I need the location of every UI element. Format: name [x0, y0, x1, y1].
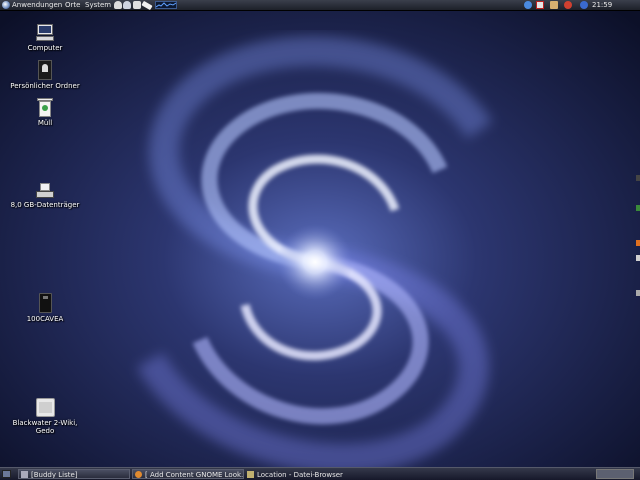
edge-widget-2[interactable] [636, 205, 640, 211]
network-icon[interactable] [524, 1, 532, 9]
task-label: [Buddy Liste] [31, 471, 78, 479]
desktop-icon-drive-8gb[interactable]: 8,0 GB-Datenträger [5, 183, 85, 209]
bottom-panel: [Buddy Liste] [ Add Content GNOME Look..… [0, 467, 640, 480]
folder-icon [247, 471, 254, 478]
edge-widget-3[interactable] [636, 240, 640, 246]
taskbar-button-buddy-list[interactable]: [Buddy Liste] [18, 469, 130, 479]
show-desktop-icon[interactable] [2, 470, 11, 478]
firefox-icon [135, 471, 142, 478]
mail-icon[interactable] [536, 1, 544, 9]
home-folder-icon [38, 60, 52, 80]
launcher-icon-3[interactable] [133, 1, 141, 9]
system-monitor[interactable] [155, 1, 177, 9]
taskbar-button-firefox[interactable]: [ Add Content GNOME Look... [132, 469, 244, 479]
trash-applet[interactable] [596, 469, 634, 479]
gnome-foot-icon[interactable] [2, 1, 10, 9]
computer-icon [36, 24, 54, 42]
pidgin-icon [21, 471, 28, 478]
desktop-icon-computer[interactable]: Computer [5, 24, 85, 52]
desktop-icon-label: Computer [27, 44, 63, 52]
top-panel: Anwendungen Orte System 21:59 [0, 0, 640, 11]
power-icon[interactable] [564, 1, 572, 9]
removable-drive-icon [36, 183, 54, 199]
task-label: [ Add Content GNOME Look... [145, 471, 244, 479]
desktop-icon-label: Persönlicher Ordner [10, 82, 80, 90]
launcher-icon-4[interactable] [141, 0, 153, 11]
desktop-wallpaper [0, 0, 640, 480]
desktop-icon-drive-100cavea[interactable]: 100CAVEA [5, 293, 85, 323]
usb-drive-icon [38, 293, 52, 313]
task-label: Location - Datei-Browser [257, 471, 343, 479]
desktop-icon-document[interactable]: Blackwater 2-Wiki, Gedo [5, 398, 85, 435]
edge-widget-4[interactable] [636, 255, 640, 261]
desktop-icon-label: 8,0 GB-Datenträger [10, 201, 80, 209]
document-icon [35, 398, 55, 417]
desktop-icon-label: 100CAVEA [26, 315, 64, 323]
taskbar-button-file-browser[interactable]: Location - Datei-Browser [244, 469, 356, 479]
launcher-icon-1[interactable] [114, 1, 122, 9]
menu-applications[interactable]: Anwendungen [11, 1, 63, 10]
volume-icon[interactable] [550, 1, 558, 9]
menu-places[interactable]: Orte [64, 1, 81, 10]
launcher-icon-2[interactable] [123, 1, 131, 9]
desktop-icon-label: Müll [37, 119, 53, 127]
desktop-icon-label: Blackwater 2-Wiki, Gedo [12, 419, 78, 435]
bluetooth-icon[interactable] [580, 1, 588, 9]
desktop-icon-personal-folder[interactable]: Persönlicher Ordner [5, 60, 85, 90]
trash-icon [37, 98, 53, 117]
clock[interactable]: 21:59 [592, 1, 612, 10]
edge-widget-5[interactable] [636, 290, 640, 296]
edge-widget-1[interactable] [636, 175, 640, 181]
desktop-icon-trash[interactable]: Müll [5, 98, 85, 127]
menu-system[interactable]: System [84, 1, 112, 10]
